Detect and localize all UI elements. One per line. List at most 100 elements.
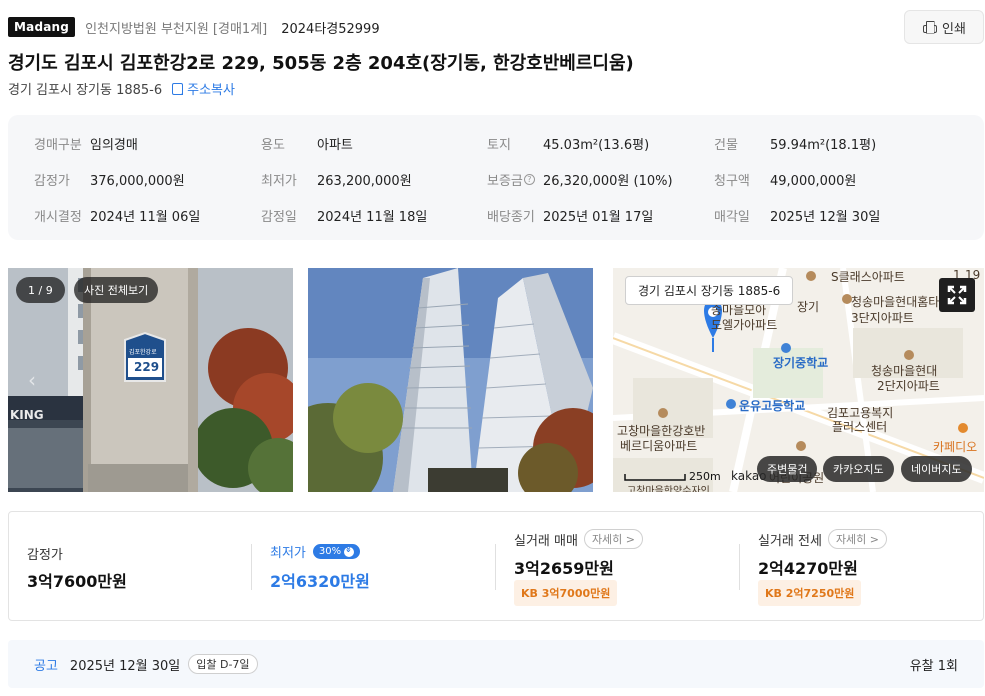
minimum-label: 최저가 [270, 546, 306, 561]
info-value: 49,000,000원 [770, 174, 857, 189]
map-label: 청송마을현대홈타 [851, 295, 940, 309]
sale-label: 실거래 매매 [514, 533, 578, 549]
info-label: 최저가 [261, 174, 297, 189]
property-title: 경기도 김포시 김포한강2로 229, 505동 2층 204호(장기동, 한강… [8, 53, 634, 74]
store-sign: KING [10, 408, 44, 422]
print-button[interactable]: 인쇄 [904, 10, 984, 44]
minimum-label-row: 최저가 30% [270, 542, 361, 561]
info-value: 376,000,000원 [90, 174, 185, 189]
kb-lease-price: KB 2억7250만원 [758, 580, 862, 606]
map-label: 장기 [797, 300, 820, 314]
map-label: 운유고등학교 [739, 399, 806, 413]
map-label: 고창마을한양수자인 [627, 486, 710, 492]
map-label: S클래스아파트 [831, 270, 905, 284]
photo-counter: 1 / 9 [16, 277, 65, 303]
info-label: 건물 [714, 138, 738, 153]
map-label: 플러스센터 [832, 420, 888, 434]
info-dividend-deadline: 배당종기 2025년 01월 17일 [487, 206, 653, 225]
info-label: 용도 [261, 138, 285, 153]
info-start-date: 개시결정 2024년 11월 06일 [34, 206, 200, 225]
info-label: 배당종기 [487, 210, 535, 225]
auction-info-panel: 경매구분 임의경매 용도 아파트 토지 45.03m²(13.6평) 건물 59… [8, 115, 984, 240]
map-label: 장기중학교 [773, 356, 829, 370]
map-label: 3단지아파트 [851, 311, 914, 325]
info-value: 아파트 [317, 138, 353, 153]
court-name: 인천지방법원 부천지원 [경매1계] [85, 21, 268, 37]
info-value: 263,200,000원 [317, 174, 412, 189]
dday-badge: 입찰 D-7일 [188, 654, 258, 674]
print-label: 인쇄 [942, 21, 966, 37]
sign-caption: 김포한강로 [129, 349, 157, 356]
info-appraisal-date: 감정일 2024년 11월 18일 [261, 206, 427, 225]
info-minimum: 최저가 263,200,000원 [261, 170, 412, 189]
chevron-down-icon [344, 546, 355, 557]
info-label: 매각일 [714, 210, 750, 225]
info-value: 2025년 01월 17일 [543, 210, 654, 225]
help-icon[interactable]: ? [523, 174, 535, 185]
map-label: 2단지아파트 [877, 379, 940, 393]
sale-detail-button[interactable]: 자세히 > [583, 529, 644, 549]
map-label: 베르디움아파트 [620, 439, 698, 453]
minimum-value: 2억6320만원 [270, 572, 370, 591]
case-number: 2024타경52999 [281, 21, 380, 37]
notice-date: 2025년 12월 30일 [69, 658, 181, 674]
nearby-properties-button[interactable]: 주변물건 [757, 456, 818, 482]
notice-tag: 공고 [34, 658, 58, 674]
copy-icon [172, 82, 184, 95]
summary-divider [251, 544, 252, 590]
sale-value: 3억2659만원 [514, 559, 614, 578]
copy-address-label: 주소복사 [187, 83, 235, 98]
info-value: 2024년 11월 18일 [317, 210, 428, 225]
printer-icon [922, 21, 938, 34]
photo-apartment-towers [308, 268, 593, 492]
info-land: 토지 45.03m²(13.6평) [487, 134, 649, 153]
info-deposit: 보증금? 26,320,000원 (10%) [487, 170, 673, 189]
info-label: 개시결정 [34, 210, 82, 225]
info-label: 감정일 [261, 210, 297, 225]
copy-address-button[interactable]: 주소복사 [172, 79, 235, 98]
map-address-chip: 경기 김포시 장기동 1885-6 [625, 276, 794, 305]
discount-badge: 30% [312, 544, 361, 559]
kakao-map-button[interactable]: 카카오지도 [823, 456, 894, 482]
case-header: Madang 인천지방법원 부천지원 [경매1계] 2024타경52999 [8, 16, 380, 38]
info-label: 토지 [487, 138, 511, 153]
lease-value: 2억4270만원 [758, 559, 858, 578]
prev-photo-icon[interactable]: ‹ [28, 368, 36, 392]
info-claim: 청구액 49,000,000원 [714, 170, 856, 189]
info-value: 26,320,000원 (10%) [543, 174, 673, 189]
naver-map-button[interactable]: 네이버지도 [901, 456, 972, 482]
fail-count: 유찰 1회 [909, 658, 958, 674]
kb-sale-price: KB 3억7000만원 [514, 580, 618, 606]
building-number-sign: 229 [134, 360, 160, 374]
info-usage: 용도 아파트 [261, 134, 353, 153]
lease-detail-button[interactable]: 자세히 > [827, 529, 888, 549]
view-all-photos-button[interactable]: 사진 전체보기 [74, 277, 159, 303]
madang-logo: Madang [8, 17, 76, 37]
summary-divider [495, 544, 496, 590]
fullscreen-icon[interactable] [939, 278, 975, 312]
info-value: 45.03m²(13.6평) [543, 138, 650, 153]
lease-label: 실거래 전세 [758, 533, 822, 549]
property-photo-2[interactable] [308, 268, 593, 492]
map-label: 도엘가아파트 [711, 318, 778, 332]
info-value: 임의경매 [90, 138, 138, 153]
appraisal-label: 감정가 [27, 548, 63, 563]
price-summary: 감정가 3억7600만원 최저가 30% 2억6320만원 실거래 매매 자세히… [8, 511, 984, 621]
info-label: 보증금? [487, 170, 543, 189]
info-value: 2024년 11월 06일 [90, 210, 201, 225]
info-label: 청구액 [714, 174, 750, 189]
info-appraisal: 감정가 376,000,000원 [34, 170, 185, 189]
property-photo-1[interactable]: 229 김포한강로 KING 1 / 9 사진 전체보기 ‹ [8, 268, 293, 492]
info-value: 2025년 12월 30일 [770, 210, 881, 225]
summary-divider [739, 544, 740, 590]
info-sale-date: 매각일 2025년 12월 30일 [714, 206, 880, 225]
info-label: 경매구분 [34, 138, 82, 153]
location-map[interactable]: S클래스아파트 1 19 장기 청송마을현대홈타 3단지아파트 송마을모아 도엘… [613, 268, 984, 492]
info-type: 경매구분 임의경매 [34, 134, 138, 153]
info-value: 59.94m²(18.1평) [770, 138, 877, 153]
info-label: 감정가 [34, 174, 70, 189]
lot-address: 경기 김포시 장기동 1885-6 [8, 83, 163, 98]
lot-address-row: 경기 김포시 장기동 1885-6 주소복사 [8, 79, 235, 98]
appraisal-value: 3억7600만원 [27, 572, 127, 591]
notice-bar: 공고 2025년 12월 30일 입찰 D-7일 유찰 1회 [8, 640, 984, 688]
